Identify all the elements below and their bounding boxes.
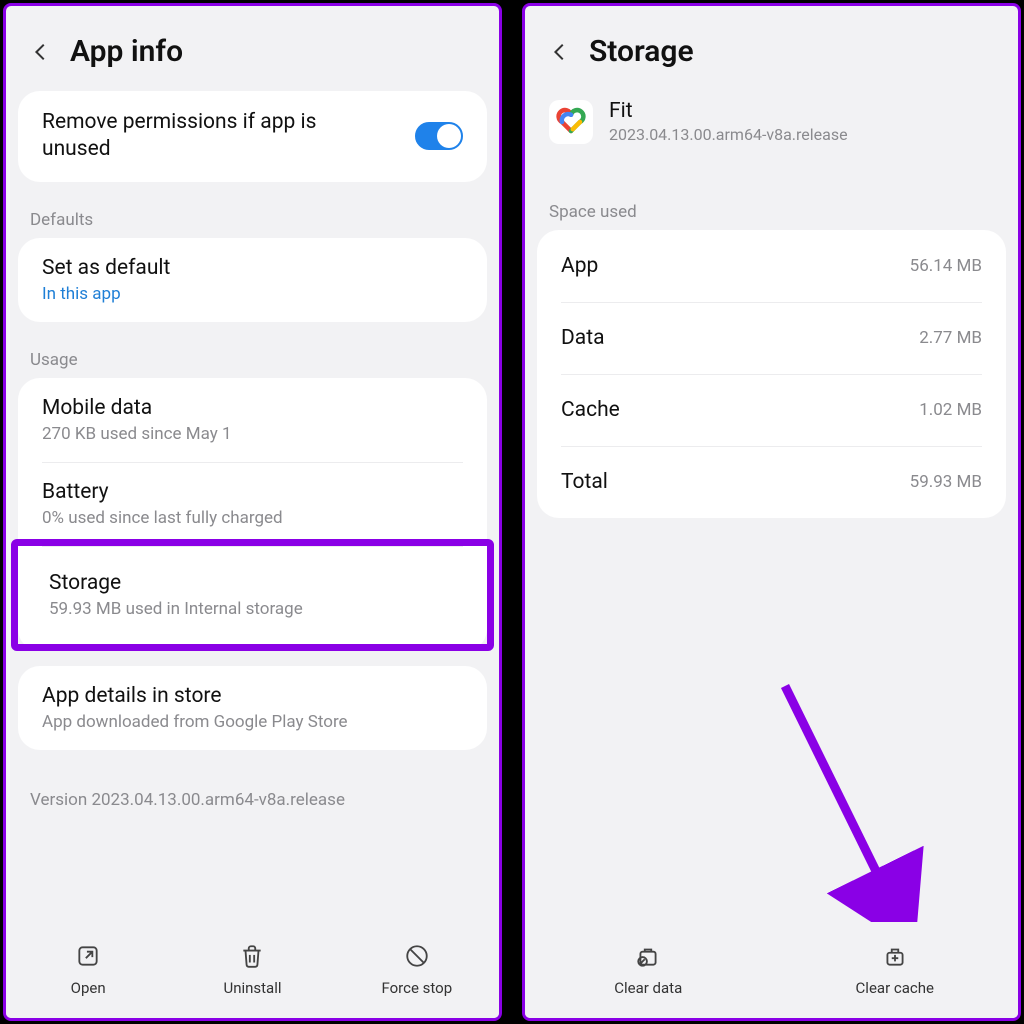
space-data-row: Data 2.77 MB <box>537 302 1006 374</box>
open-label: Open <box>71 979 106 997</box>
storage-row[interactable]: Storage 59.93 MB used in Internal storag… <box>11 539 494 651</box>
google-fit-icon <box>549 100 593 144</box>
force-stop-label: Force stop <box>381 979 452 997</box>
annotation-arrow-icon <box>775 676 925 946</box>
set-as-default-sub: In this app <box>42 284 463 304</box>
uninstall-label: Uninstall <box>223 979 281 997</box>
space-cache-value: 1.02 MB <box>919 400 982 420</box>
back-icon[interactable] <box>549 41 571 63</box>
panel-divider <box>502 0 522 1024</box>
remove-permissions-card: Remove permissions if app is unused <box>18 91 487 182</box>
app-version: 2023.04.13.00.arm64-v8a.release <box>609 125 848 144</box>
app-summary: Fit 2023.04.13.00.arm64-v8a.release <box>525 91 1018 174</box>
set-as-default-title: Set as default <box>42 256 463 280</box>
battery-sub: 0% used since last fully charged <box>42 508 463 528</box>
space-cache-row: Cache 1.02 MB <box>537 374 1006 446</box>
clear-cache-button[interactable]: Clear cache <box>772 943 1019 997</box>
page-title: Storage <box>589 34 694 69</box>
battery-row[interactable]: Battery 0% used since last fully charged <box>18 462 487 546</box>
defaults-section-label: Defaults <box>6 196 499 238</box>
page-title: App info <box>70 34 183 69</box>
usage-section-label: Usage <box>6 336 499 378</box>
force-stop-button[interactable]: Force stop <box>335 943 499 997</box>
app-details-row[interactable]: App details in store App downloaded from… <box>18 666 487 750</box>
space-used-card: App 56.14 MB Data 2.77 MB Cache 1.02 MB … <box>537 230 1006 518</box>
trash-icon <box>239 943 265 973</box>
remove-permissions-label: Remove permissions if app is unused <box>42 109 362 164</box>
clear-data-label: Clear data <box>614 979 682 997</box>
mobile-data-title: Mobile data <box>42 396 463 420</box>
space-total-value: 59.93 MB <box>910 472 982 492</box>
header: App info <box>6 6 499 91</box>
remove-permissions-toggle[interactable] <box>415 122 463 150</box>
usage-card: Mobile data 270 KB used since May 1 Batt… <box>18 378 487 651</box>
bottom-bar: Open Uninstall Force stop <box>6 922 499 1018</box>
mobile-data-row[interactable]: Mobile data 270 KB used since May 1 <box>18 378 487 462</box>
app-info-screen: App info Remove permissions if app is un… <box>3 3 502 1021</box>
battery-title: Battery <box>42 480 463 504</box>
clear-data-button[interactable]: Clear data <box>525 943 772 997</box>
app-name: Fit <box>609 99 848 123</box>
storage-screen: Storage Fit 2023.04.13.00.arm64-v8a.rele… <box>522 3 1021 1021</box>
app-details-card: App details in store App downloaded from… <box>18 666 487 750</box>
remove-permissions-row[interactable]: Remove permissions if app is unused <box>18 91 487 182</box>
space-total-label: Total <box>561 470 608 494</box>
mobile-data-sub: 270 KB used since May 1 <box>42 424 463 444</box>
header: Storage <box>525 6 1018 91</box>
storage-sub: 59.93 MB used in Internal storage <box>49 599 456 619</box>
space-app-row: App 56.14 MB <box>537 230 1006 302</box>
space-data-label: Data <box>561 326 605 350</box>
back-icon[interactable] <box>30 41 52 63</box>
open-button[interactable]: Open <box>6 943 170 997</box>
storage-title: Storage <box>49 571 456 595</box>
version-text: Version 2023.04.13.00.arm64-v8a.release <box>6 764 499 836</box>
uninstall-button[interactable]: Uninstall <box>170 943 334 997</box>
open-icon <box>75 943 101 973</box>
bottom-bar: Clear data Clear cache <box>525 922 1018 1018</box>
app-details-sub: App downloaded from Google Play Store <box>42 712 463 732</box>
clear-cache-label: Clear cache <box>856 979 934 997</box>
stop-icon <box>404 943 430 973</box>
space-used-label: Space used <box>525 174 1018 230</box>
space-total-row: Total 59.93 MB <box>537 446 1006 518</box>
space-data-value: 2.77 MB <box>919 328 982 348</box>
space-app-label: App <box>561 254 598 278</box>
app-details-title: App details in store <box>42 684 463 708</box>
clear-data-icon <box>635 943 661 973</box>
defaults-card: Set as default In this app <box>18 238 487 322</box>
clear-cache-icon <box>882 943 908 973</box>
space-app-value: 56.14 MB <box>910 256 982 276</box>
space-cache-label: Cache <box>561 398 620 422</box>
set-as-default-row[interactable]: Set as default In this app <box>18 238 487 322</box>
app-meta: Fit 2023.04.13.00.arm64-v8a.release <box>609 99 848 144</box>
